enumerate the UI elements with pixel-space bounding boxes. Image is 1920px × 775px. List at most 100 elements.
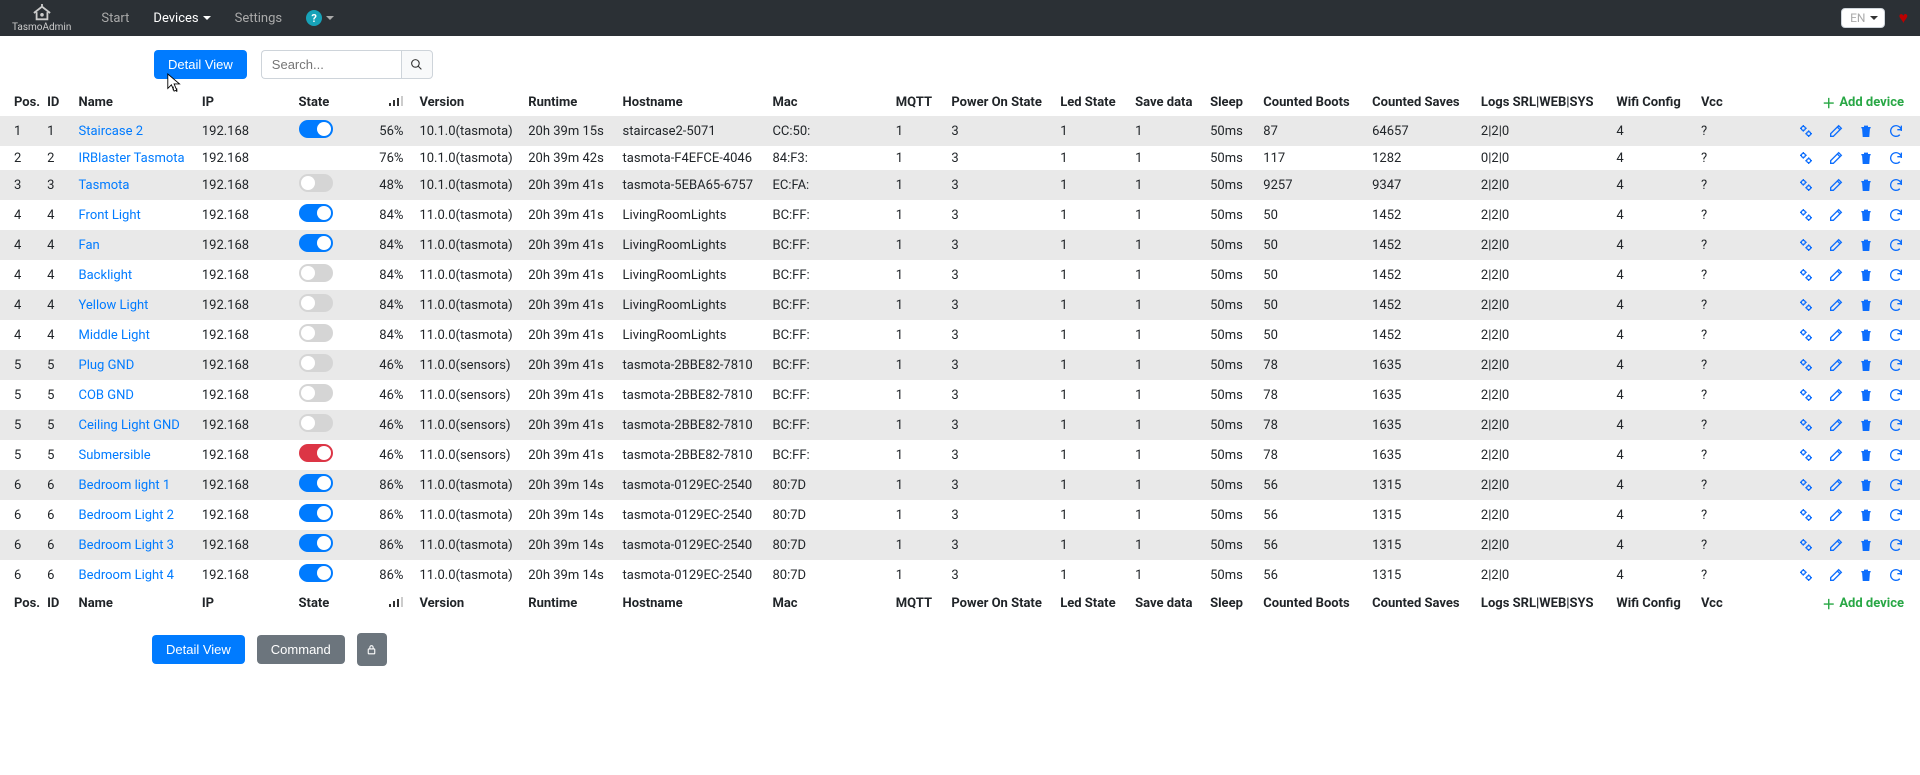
col-sleep[interactable]: Sleep — [1204, 89, 1257, 116]
refresh-icon[interactable] — [1888, 387, 1904, 403]
col-wifi[interactable]: Wifi Config — [1610, 89, 1695, 116]
col-led[interactable]: Led State — [1054, 89, 1129, 116]
col-version[interactable]: Version — [413, 89, 522, 116]
col-runtime[interactable]: Runtime — [522, 89, 616, 116]
col-mqtt[interactable]: MQTT — [890, 89, 946, 116]
col-name[interactable]: Name — [73, 590, 196, 617]
device-name-link[interactable]: Bedroom Light 3 — [79, 538, 174, 553]
delete-icon[interactable] — [1858, 327, 1874, 343]
col-id[interactable]: ID — [41, 590, 72, 617]
refresh-icon[interactable] — [1888, 567, 1904, 583]
device-name-link[interactable]: Front Light — [79, 208, 141, 223]
col-mac[interactable]: Mac — [766, 590, 889, 617]
refresh-icon[interactable] — [1888, 177, 1904, 193]
lock-button[interactable] — [357, 633, 387, 666]
config-icon[interactable] — [1798, 537, 1814, 553]
edit-icon[interactable] — [1828, 507, 1844, 523]
brand-logo[interactable]: TasmoAdmin — [12, 4, 71, 33]
col-state[interactable]: State — [293, 590, 358, 617]
delete-icon[interactable] — [1858, 537, 1874, 553]
config-icon[interactable] — [1798, 357, 1814, 373]
power-toggle[interactable] — [299, 264, 333, 282]
add-device-button[interactable]: ＋Add device — [1822, 93, 1904, 112]
edit-icon[interactable] — [1828, 150, 1844, 166]
device-name-link[interactable]: Tasmota — [79, 178, 130, 193]
col-hostname[interactable]: Hostname — [617, 89, 767, 116]
power-toggle[interactable] — [299, 414, 333, 432]
config-icon[interactable] — [1798, 567, 1814, 583]
col-id[interactable]: ID — [41, 89, 72, 116]
config-icon[interactable] — [1798, 177, 1814, 193]
power-toggle[interactable] — [299, 204, 333, 222]
refresh-icon[interactable] — [1888, 477, 1904, 493]
language-select[interactable]: EN — [1841, 8, 1884, 28]
edit-icon[interactable] — [1828, 207, 1844, 223]
refresh-icon[interactable] — [1888, 150, 1904, 166]
col-signal[interactable] — [358, 89, 414, 116]
command-button[interactable]: Command — [257, 635, 345, 664]
delete-icon[interactable] — [1858, 150, 1874, 166]
config-icon[interactable] — [1798, 387, 1814, 403]
search-button[interactable] — [401, 50, 433, 79]
power-toggle[interactable] — [299, 174, 333, 192]
col-boots[interactable]: Counted Boots — [1257, 590, 1366, 617]
col-ip[interactable]: IP — [196, 89, 293, 116]
device-name-link[interactable]: Backlight — [79, 268, 133, 283]
power-toggle[interactable] — [299, 354, 333, 372]
power-toggle[interactable] — [299, 234, 333, 252]
refresh-icon[interactable] — [1888, 123, 1904, 139]
refresh-icon[interactable] — [1888, 537, 1904, 553]
col-logs[interactable]: Logs SRL|WEB|SYS — [1475, 590, 1610, 617]
refresh-icon[interactable] — [1888, 297, 1904, 313]
col-logs[interactable]: Logs SRL|WEB|SYS — [1475, 89, 1610, 116]
device-name-link[interactable]: Bedroom Light 4 — [79, 568, 174, 583]
delete-icon[interactable] — [1858, 267, 1874, 283]
edit-icon[interactable] — [1828, 387, 1844, 403]
col-saves[interactable]: Counted Saves — [1366, 590, 1475, 617]
nav-help[interactable]: ? — [294, 10, 346, 26]
config-icon[interactable] — [1798, 477, 1814, 493]
refresh-icon[interactable] — [1888, 207, 1904, 223]
nav-settings[interactable]: Settings — [223, 11, 294, 26]
col-boots[interactable]: Counted Boots — [1257, 89, 1366, 116]
col-mac[interactable]: Mac — [766, 89, 889, 116]
nav-start[interactable]: Start — [89, 11, 141, 26]
col-pos[interactable]: Pos. — [0, 89, 41, 116]
edit-icon[interactable] — [1828, 417, 1844, 433]
device-name-link[interactable]: Fan — [79, 238, 100, 253]
col-power-on[interactable]: Power On State — [945, 590, 1054, 617]
power-toggle[interactable] — [299, 564, 333, 582]
power-toggle[interactable] — [299, 384, 333, 402]
col-runtime[interactable]: Runtime — [522, 590, 616, 617]
col-saves[interactable]: Counted Saves — [1366, 89, 1475, 116]
power-toggle[interactable] — [299, 324, 333, 342]
config-icon[interactable] — [1798, 150, 1814, 166]
col-ip[interactable]: IP — [196, 590, 293, 617]
device-name-link[interactable]: Middle Light — [79, 328, 150, 343]
col-signal[interactable] — [358, 590, 414, 617]
delete-icon[interactable] — [1858, 477, 1874, 493]
col-save[interactable]: Save data — [1129, 590, 1204, 617]
edit-icon[interactable] — [1828, 123, 1844, 139]
col-vcc[interactable]: Vcc — [1695, 89, 1763, 116]
device-name-link[interactable]: Yellow Light — [79, 298, 149, 313]
col-state[interactable]: State — [293, 89, 358, 116]
power-toggle[interactable] — [299, 504, 333, 522]
col-pos[interactable]: Pos. — [0, 590, 41, 617]
refresh-icon[interactable] — [1888, 447, 1904, 463]
config-icon[interactable] — [1798, 267, 1814, 283]
refresh-icon[interactable] — [1888, 357, 1904, 373]
edit-icon[interactable] — [1828, 267, 1844, 283]
col-power-on[interactable]: Power On State — [945, 89, 1054, 116]
refresh-icon[interactable] — [1888, 267, 1904, 283]
config-icon[interactable] — [1798, 123, 1814, 139]
col-name[interactable]: Name — [73, 89, 196, 116]
config-icon[interactable] — [1798, 207, 1814, 223]
device-name-link[interactable]: Bedroom light 1 — [79, 478, 171, 493]
config-icon[interactable] — [1798, 447, 1814, 463]
config-icon[interactable] — [1798, 417, 1814, 433]
power-toggle[interactable] — [299, 534, 333, 552]
delete-icon[interactable] — [1858, 387, 1874, 403]
delete-icon[interactable] — [1858, 507, 1874, 523]
device-name-link[interactable]: IRBlaster Tasmota — [79, 151, 185, 166]
